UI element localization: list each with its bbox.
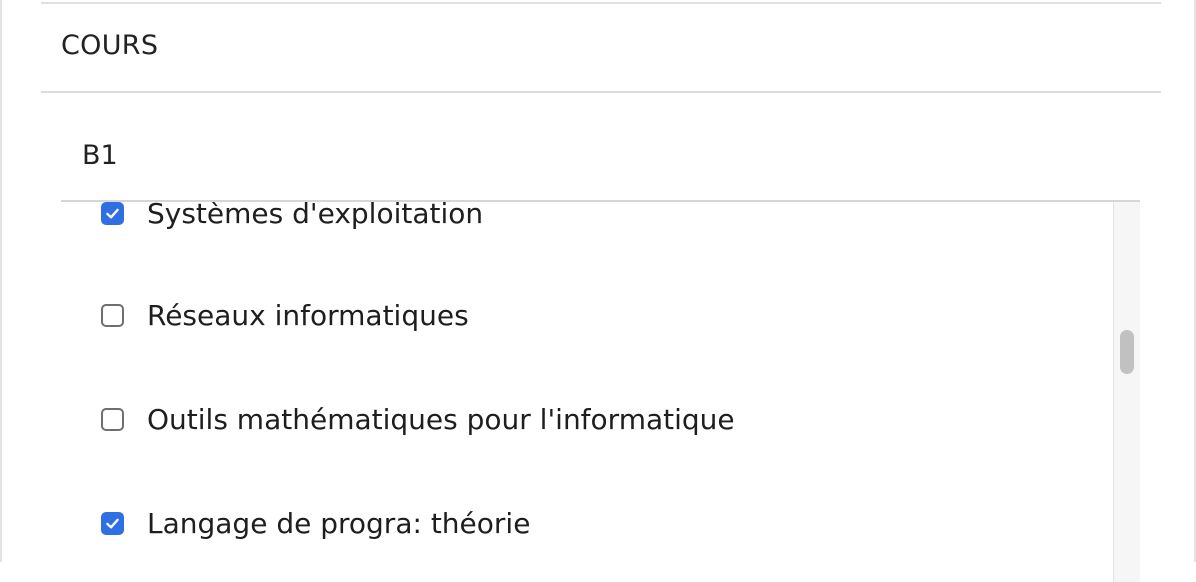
course-item-outils-mathematiques[interactable]: Outils mathématiques pour l'informatique: [101, 399, 735, 439]
scrollbar-thumb[interactable]: [1120, 330, 1134, 374]
course-item-langage-programmation[interactable]: Langage de progra: théorie: [101, 503, 530, 543]
group-title: B1: [82, 140, 118, 171]
check-icon: [106, 518, 119, 528]
course-item-reseaux-informatiques[interactable]: Réseaux informatiques: [101, 295, 469, 335]
course-label: Outils mathématiques pour l'informatique: [147, 402, 735, 436]
course-checkbox[interactable]: [101, 202, 124, 225]
course-label: Systèmes d'exploitation: [147, 200, 484, 230]
course-label: Réseaux informatiques: [147, 298, 469, 332]
section-title: COURS: [61, 30, 159, 61]
course-checkbox[interactable]: [101, 407, 124, 431]
course-list[interactable]: Systèmes d'exploitation Réseaux informat…: [61, 200, 1140, 582]
course-item-systemes-exploitation[interactable]: Systèmes d'exploitation: [101, 200, 484, 233]
course-label: Langage de progra: théorie: [147, 506, 531, 540]
scrollbar-track[interactable]: [1113, 202, 1140, 582]
course-checkbox[interactable]: [101, 303, 124, 327]
check-icon: [106, 208, 119, 218]
course-checkbox[interactable]: [101, 511, 124, 535]
page-left-border: [0, 0, 2, 562]
section-header: COURS: [41, 4, 1161, 93]
